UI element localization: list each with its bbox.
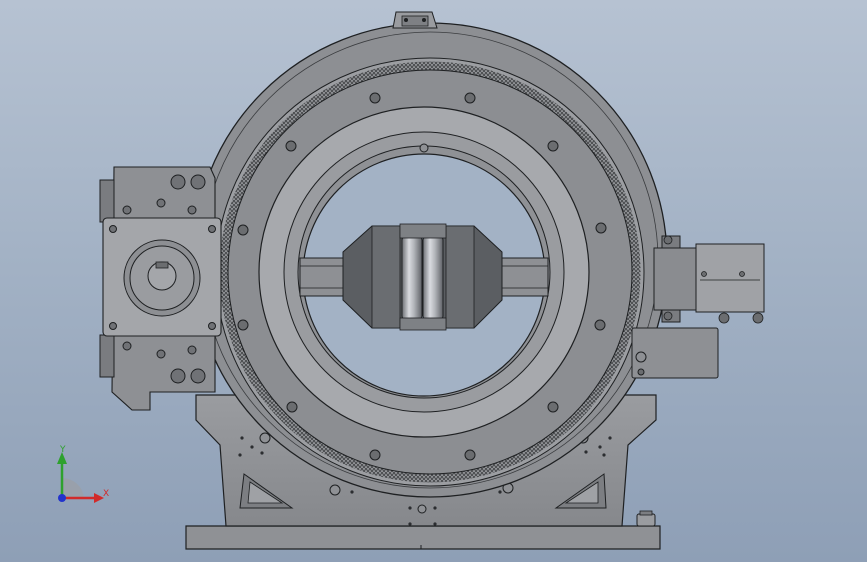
triad-y-label: Y — [59, 445, 66, 455]
coordinate-triad: Y X — [57, 445, 109, 503]
triad-z-axis — [58, 494, 66, 502]
triad-x-label: X — [103, 489, 109, 499]
cad-model-drawing[interactable]: Y X — [0, 0, 867, 562]
left-motor-assembly — [99, 166, 222, 411]
cad-viewport[interactable]: Y X — [0, 0, 867, 562]
